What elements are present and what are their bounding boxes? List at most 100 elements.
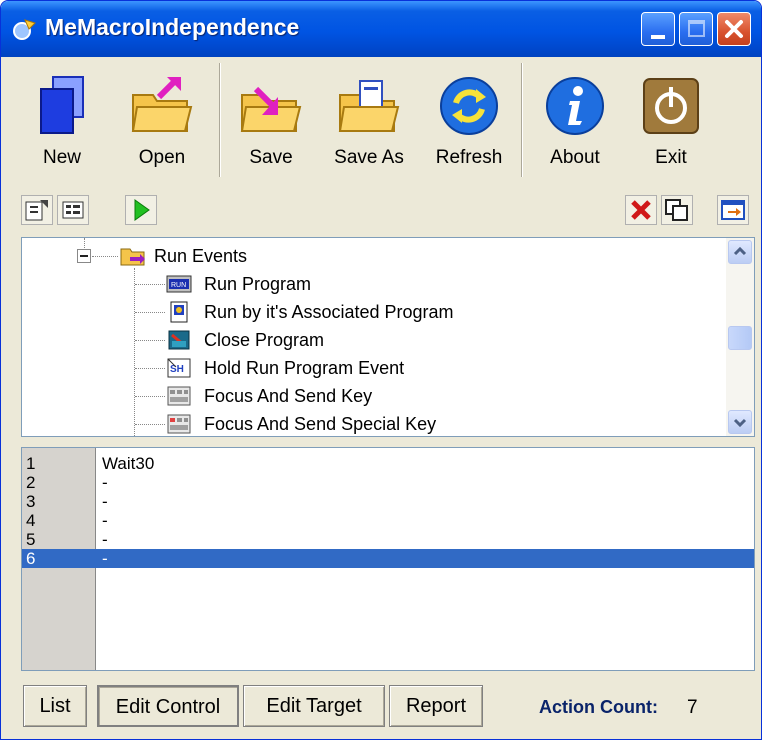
editor-line[interactable]: 2 - bbox=[22, 473, 754, 492]
toolbar-separator bbox=[521, 63, 523, 177]
bottom-bar: List Edit Control Edit Target Report Act… bbox=[1, 677, 761, 739]
open-button[interactable]: Open bbox=[107, 59, 217, 183]
title-bar[interactable]: MeMacroIndependence bbox=[1, 1, 761, 57]
close-button[interactable] bbox=[717, 12, 751, 46]
hold-event-icon: SH bbox=[167, 358, 191, 378]
window-icon bbox=[665, 199, 688, 221]
line-number: 4 bbox=[26, 511, 36, 530]
tree-connector bbox=[134, 268, 135, 436]
line-text: - bbox=[102, 530, 108, 549]
line-number: 3 bbox=[26, 492, 36, 511]
tab-report[interactable]: Report bbox=[389, 685, 483, 727]
events-tree[interactable]: Run Events RUN Run Program Run by it's A… bbox=[21, 237, 755, 437]
window-button[interactable] bbox=[661, 195, 693, 225]
secondary-toolbar bbox=[21, 189, 757, 231]
delete-icon bbox=[631, 200, 651, 220]
list-view-button[interactable] bbox=[57, 195, 89, 225]
tree-item-label: Hold Run Program Event bbox=[204, 358, 405, 378]
line-number: 6 bbox=[26, 549, 36, 568]
tab-edit-control[interactable]: Edit Control bbox=[97, 685, 239, 727]
scroll-thumb[interactable] bbox=[728, 326, 752, 350]
play-icon bbox=[134, 199, 150, 221]
new-label: New bbox=[42, 147, 81, 168]
list-view-icon bbox=[62, 201, 84, 219]
line-number: 1 bbox=[26, 454, 36, 473]
save-as-label: Save As bbox=[334, 147, 404, 168]
tree-item[interactable]: Focus And Send Key bbox=[166, 382, 586, 410]
svg-text:RUN: RUN bbox=[171, 282, 186, 289]
line-text: - bbox=[102, 492, 108, 511]
save-button[interactable]: Save bbox=[221, 59, 321, 183]
exit-label: Exit bbox=[655, 147, 687, 168]
about-label: About bbox=[550, 147, 600, 168]
line-text: Wait30 bbox=[102, 454, 155, 473]
open-label: Open bbox=[138, 147, 186, 168]
tree-item-label: Focus And Send Special Key bbox=[204, 414, 437, 434]
info-icon bbox=[546, 77, 604, 135]
refresh-label: Refresh bbox=[435, 147, 503, 168]
run-button[interactable] bbox=[125, 195, 157, 225]
tree-item[interactable]: Close Program bbox=[166, 326, 586, 354]
tab-edit-target[interactable]: Edit Target bbox=[243, 685, 385, 727]
new-document-icon bbox=[40, 76, 84, 134]
save-as-button[interactable]: Save As bbox=[317, 59, 421, 183]
tree-node-run-events[interactable]: Run Events bbox=[120, 242, 420, 270]
tree-item[interactable]: SH Hold Run Program Event bbox=[166, 354, 586, 382]
close-icon bbox=[725, 20, 743, 38]
open-folder-icon bbox=[131, 77, 193, 132]
save-folder-icon bbox=[240, 86, 302, 132]
tree-connector bbox=[135, 340, 165, 341]
editor-line-selected[interactable]: 6 - bbox=[22, 549, 754, 568]
exit-icon bbox=[643, 78, 699, 134]
minimize-icon bbox=[651, 35, 665, 39]
main-toolbar: New Open Save Save As Refresh About Exit bbox=[7, 59, 755, 183]
refresh-button[interactable]: Refresh bbox=[417, 59, 521, 183]
editor-line[interactable]: 1 Wait30 bbox=[22, 454, 754, 473]
line-number: 2 bbox=[26, 473, 36, 492]
tree-connector bbox=[135, 424, 165, 425]
line-text: - bbox=[102, 549, 108, 568]
chevron-down-icon bbox=[733, 418, 747, 428]
exit-button[interactable]: Exit bbox=[621, 59, 721, 183]
tree-item-label: Run by it's Associated Program bbox=[204, 302, 454, 322]
tree-connector bbox=[135, 396, 165, 397]
app-logo-icon bbox=[13, 19, 36, 40]
maximize-button[interactable] bbox=[679, 12, 713, 46]
line-number: 5 bbox=[26, 530, 36, 549]
send-key-icon bbox=[167, 386, 191, 406]
tree-item-label: Run Program bbox=[204, 274, 312, 294]
scroll-down-button[interactable] bbox=[728, 410, 752, 434]
properties-icon bbox=[25, 200, 48, 221]
window-title: MeMacroIndependence bbox=[45, 14, 300, 40]
svg-text:SH: SH bbox=[170, 364, 184, 375]
app-window: MeMacroIndependence New Open Save Save A… bbox=[0, 0, 762, 740]
tree-node-label: Run Events bbox=[154, 246, 248, 266]
close-program-icon bbox=[168, 330, 190, 350]
tree-scrollbar[interactable] bbox=[726, 238, 754, 436]
collapse-icon[interactable] bbox=[77, 249, 91, 263]
tree-connector bbox=[135, 312, 165, 313]
editor-line[interactable]: 5 - bbox=[22, 530, 754, 549]
minimize-button[interactable] bbox=[641, 12, 675, 46]
scroll-up-button[interactable] bbox=[728, 240, 752, 264]
properties-button[interactable] bbox=[21, 195, 53, 225]
export-icon bbox=[721, 200, 745, 220]
save-as-icon bbox=[338, 80, 400, 132]
tree-connector bbox=[92, 256, 118, 257]
tree-item[interactable]: Focus And Send Special Key bbox=[166, 410, 586, 436]
editor-line[interactable]: 3 - bbox=[22, 492, 754, 511]
script-editor[interactable]: 1 Wait30 2 - 3 - 4 - 5 - 6 - bbox=[21, 447, 755, 671]
new-button[interactable]: New bbox=[7, 59, 117, 183]
about-button[interactable]: About bbox=[525, 59, 625, 183]
tree-item-label: Close Program bbox=[204, 330, 325, 350]
send-special-key-icon bbox=[167, 414, 191, 434]
tab-list[interactable]: List bbox=[23, 685, 87, 727]
delete-button[interactable] bbox=[625, 195, 657, 225]
tree-item[interactable]: Run by it's Associated Program bbox=[166, 298, 586, 326]
tree-item[interactable]: RUN Run Program bbox=[166, 270, 586, 298]
maximize-icon bbox=[688, 20, 705, 37]
editor-line[interactable]: 4 - bbox=[22, 511, 754, 530]
line-text: - bbox=[102, 473, 108, 492]
action-count-value: 7 bbox=[687, 697, 698, 718]
export-button[interactable] bbox=[717, 195, 749, 225]
